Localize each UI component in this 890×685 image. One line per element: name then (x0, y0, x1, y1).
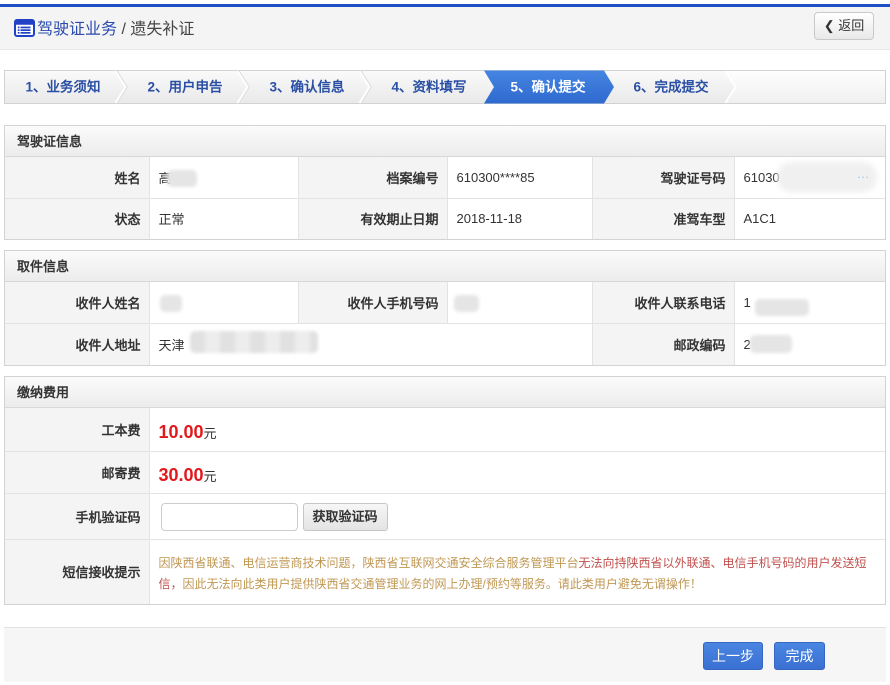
svg-text:5、确认提交: 5、确认提交 (510, 79, 586, 95)
svg-text:6、完成提交: 6、完成提交 (633, 79, 709, 95)
svg-text:2、用户申告: 2、用户申告 (147, 79, 222, 95)
svg-text:3、确认信息: 3、确认信息 (269, 79, 345, 95)
svg-text:1、业务须知: 1、业务须知 (25, 79, 100, 95)
svg-text:4、资料填写: 4、资料填写 (391, 79, 466, 95)
